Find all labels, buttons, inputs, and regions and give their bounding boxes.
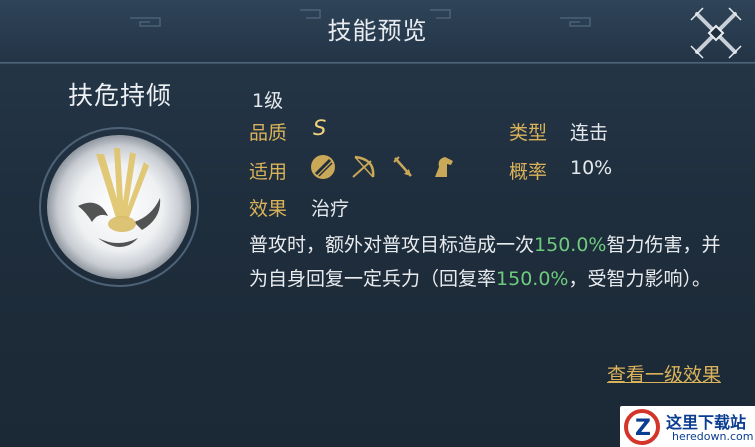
watermark-logo-icon: Z — [624, 409, 660, 445]
spear-icon — [306, 150, 340, 184]
dialog-header: 技能预览 — [0, 0, 755, 63]
header-divider — [0, 63, 755, 64]
skill-icon — [38, 126, 200, 288]
close-button[interactable] — [687, 4, 745, 62]
watermark: Z 这里下载站 heredown.com — [620, 406, 755, 447]
heal-rate: 150.0% — [496, 268, 569, 290]
view-level1-effect-link[interactable]: 查看一级效果 — [607, 360, 721, 387]
dialog-title: 技能预览 — [327, 17, 428, 45]
skill-name: 扶危持倾 — [68, 81, 173, 110]
skill-description: 普攻时，额外对普攻目标造成一次150.0%智力伤害，并为自身回复一定兵力（回复率… — [249, 228, 729, 296]
quality-label: 品质 — [249, 122, 288, 144]
applicable-troops — [306, 150, 460, 184]
effect-label: 效果 — [249, 198, 288, 220]
close-icon — [690, 7, 742, 59]
skill-level: 1级 — [252, 90, 284, 112]
applicable-label: 适用 — [249, 161, 288, 183]
svg-text:Z: Z — [635, 416, 651, 441]
horse-icon — [426, 150, 460, 184]
quality-value: S — [313, 116, 327, 140]
rate-value: 10% — [570, 157, 613, 179]
rate-label: 概率 — [509, 161, 548, 183]
damage-rate: 150.0% — [534, 234, 607, 256]
arrow-icon — [386, 150, 420, 184]
desc-text-3: ，受智力影响）。 — [568, 268, 711, 290]
watermark-en: heredown.com — [672, 430, 754, 443]
skill-preview-dialog: 技能预览 扶危持倾 1级 品质 S 类型 连击 适用 概率 10% 效果 治疗 … — [0, 0, 755, 447]
type-value: 连击 — [570, 122, 609, 144]
type-label: 类型 — [509, 122, 548, 144]
bow-icon — [346, 150, 380, 184]
effect-value: 治疗 — [311, 198, 350, 220]
desc-text-1: 普攻时，额外对普攻目标造成一次 — [249, 234, 535, 256]
